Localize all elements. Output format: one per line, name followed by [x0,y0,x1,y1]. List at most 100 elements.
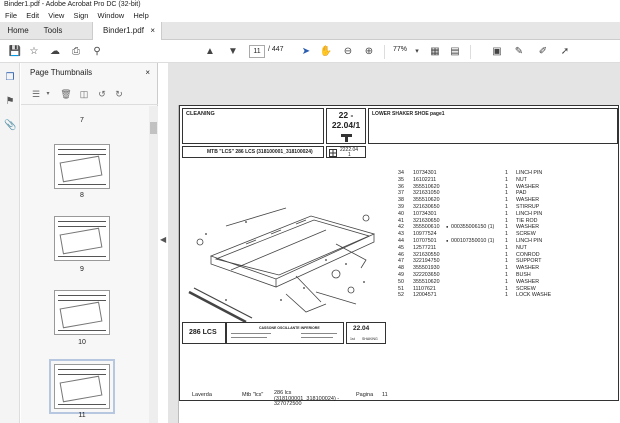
part-position: 39 [398,203,404,210]
panel-title: Page Thumbnails [30,68,93,77]
thumbnail-scrollbar[interactable] [149,106,158,423]
rotate-right-icon[interactable]: ↻ [113,88,125,100]
zoom-in-icon[interactable]: ⊕ [362,45,376,59]
part-description: WASHER [516,197,540,204]
upload-cloud-icon[interactable]: ☁ [48,45,62,59]
part-description: LINCH PIN [516,210,543,217]
part-position: 34 [398,170,404,176]
comment-icon[interactable]: ▣ [490,45,504,59]
part-position: 37 [398,190,404,197]
zoom-dropdown-chevron-icon[interactable]: ▾ [410,45,424,59]
part-quantity: 1 [505,176,508,183]
part-description: NUT [516,176,527,183]
attachments-icon[interactable]: 📎 [4,120,16,132]
parts-row: 35 16102211 1 NUT [398,177,598,184]
menu-view[interactable]: View [48,10,64,22]
part-quantity: 1 [505,203,508,210]
part-replacement-code: 000107350010 (1) [451,237,495,244]
part-quantity: 1 [505,258,508,265]
part-description: WASHER [516,265,540,272]
panel-header: Page Thumbnails × [21,63,158,83]
part-replacement-code: 000355006150 (1) [451,224,495,231]
menu-window[interactable]: Window [98,10,125,22]
menu-help[interactable]: Help [133,10,148,22]
document-viewer[interactable]: CLEANING 22 - 22.04/1 LOWER SHAKER SHOE … [168,63,620,423]
model-line-box: MTB "LCS" 286 LCS (318100001_318100024) [182,146,324,158]
zoom-level-dropdown[interactable]: 77% [393,46,407,53]
bookmark-star-icon[interactable]: ☆ [27,45,41,59]
thumbnail-label-7: 7 [80,117,84,124]
thumbnail-page-8[interactable] [54,144,110,189]
print-icon[interactable]: ⎙ [69,45,83,59]
select-cursor-icon[interactable]: ➤ [299,45,313,59]
part-position: 36 [398,183,404,190]
thumbnail-page-10[interactable] [54,290,110,335]
part-description: SUPPORT [516,258,542,265]
part-quantity: 1 [505,231,508,238]
part-quantity: 1 [505,244,508,251]
close-tab-icon[interactable]: × [150,22,155,40]
delete-page-icon[interactable]: 🗑 [60,88,72,100]
part-position: 43 [398,231,404,238]
thumbnail-label-8: 8 [80,192,84,199]
part-position: 38 [398,197,404,204]
options-chevron-icon[interactable]: ▾ [42,88,54,100]
part-quantity: 1 [505,190,508,197]
page-ref-box: 22 - 22.04/1 [326,108,366,144]
menu-sign[interactable]: Sign [73,10,88,22]
small-ref-number: 1 [348,152,351,158]
page-thumbnails-icon[interactable]: ❐ [4,72,16,84]
parts-row: 36 355510620 1 WASHER [398,184,598,191]
rotate-left-icon[interactable]: ↺ [96,88,108,100]
parts-row: 47 322194750 1 SUPPORT [398,258,598,265]
tab-home[interactable]: Home [0,22,36,40]
parts-row: 39 321630650 1 STIRRUP [398,204,598,211]
part-position: 50 [398,278,404,285]
page-number-input[interactable]: 11 [249,45,265,58]
thumbnail-toolbar: ☰ ▾ 🗑 ◫ ↺ ↻ [21,83,158,105]
bookmarks-icon[interactable]: ⚑ [4,96,16,108]
part-quantity: 1 [505,292,508,299]
next-page-icon[interactable]: ▼ [226,45,240,59]
share-icon[interactable]: ➚ [558,45,572,59]
tab-tools[interactable]: Tools [38,22,68,40]
section-sub-b: SHAKING [362,337,378,341]
page-layout-icon[interactable]: ▤ [448,45,462,59]
options-menu-icon[interactable]: ☰ [30,88,42,100]
tab-document[interactable]: Binder1.pdf × [92,22,162,40]
zoom-out-icon[interactable]: ⊖ [341,45,355,59]
close-panel-icon[interactable]: × [145,63,150,83]
part-code: 355500610 [413,224,440,231]
part-code: 10977524 [413,231,437,238]
thumbnail-page-9[interactable] [54,216,110,261]
part-position: 49 [398,271,404,278]
highlight-pen-icon[interactable]: ✎ [512,45,526,59]
caption-text: CASSONE OSCILLANTE INFERIORE [259,326,320,330]
part-position: 44 [398,237,404,244]
fit-page-icon[interactable]: ▦ [428,45,442,59]
draw-pen-icon[interactable]: ✐ [536,45,550,59]
part-description: STIRRUP [516,203,540,210]
collapse-panel-icon[interactable]: ◀ [160,235,166,244]
hand-tool-icon[interactable]: ✋ [319,45,333,59]
part-code: 321630650 [413,203,440,210]
menu-file[interactable]: File [5,10,17,22]
part-description: CONROD [516,251,540,258]
scrollbar-thumb[interactable] [150,122,157,134]
menu-edit[interactable]: Edit [26,10,39,22]
model-badge: 286 LCS [189,329,217,336]
part-code: 322203650 [413,271,440,278]
part-code: 321630650 [413,217,440,224]
previous-page-icon[interactable]: ▲ [203,45,217,59]
search-icon[interactable]: ⚲ [90,45,104,59]
part-position: 40 [398,210,404,217]
insert-page-icon[interactable]: ◫ [78,88,90,100]
part-symbol-icon [341,134,352,142]
part-code: 321630550 [413,251,440,258]
part-code: 355510620 [413,183,440,190]
part-description: LINCH PIN [516,170,543,176]
parts-row: 34 10734301 1 LINCH PIN [398,170,598,177]
save-icon[interactable]: 💾 [8,45,22,59]
thumbnail-page-11[interactable] [49,359,115,414]
small-ref-box: 2222.04 1 [326,146,366,158]
